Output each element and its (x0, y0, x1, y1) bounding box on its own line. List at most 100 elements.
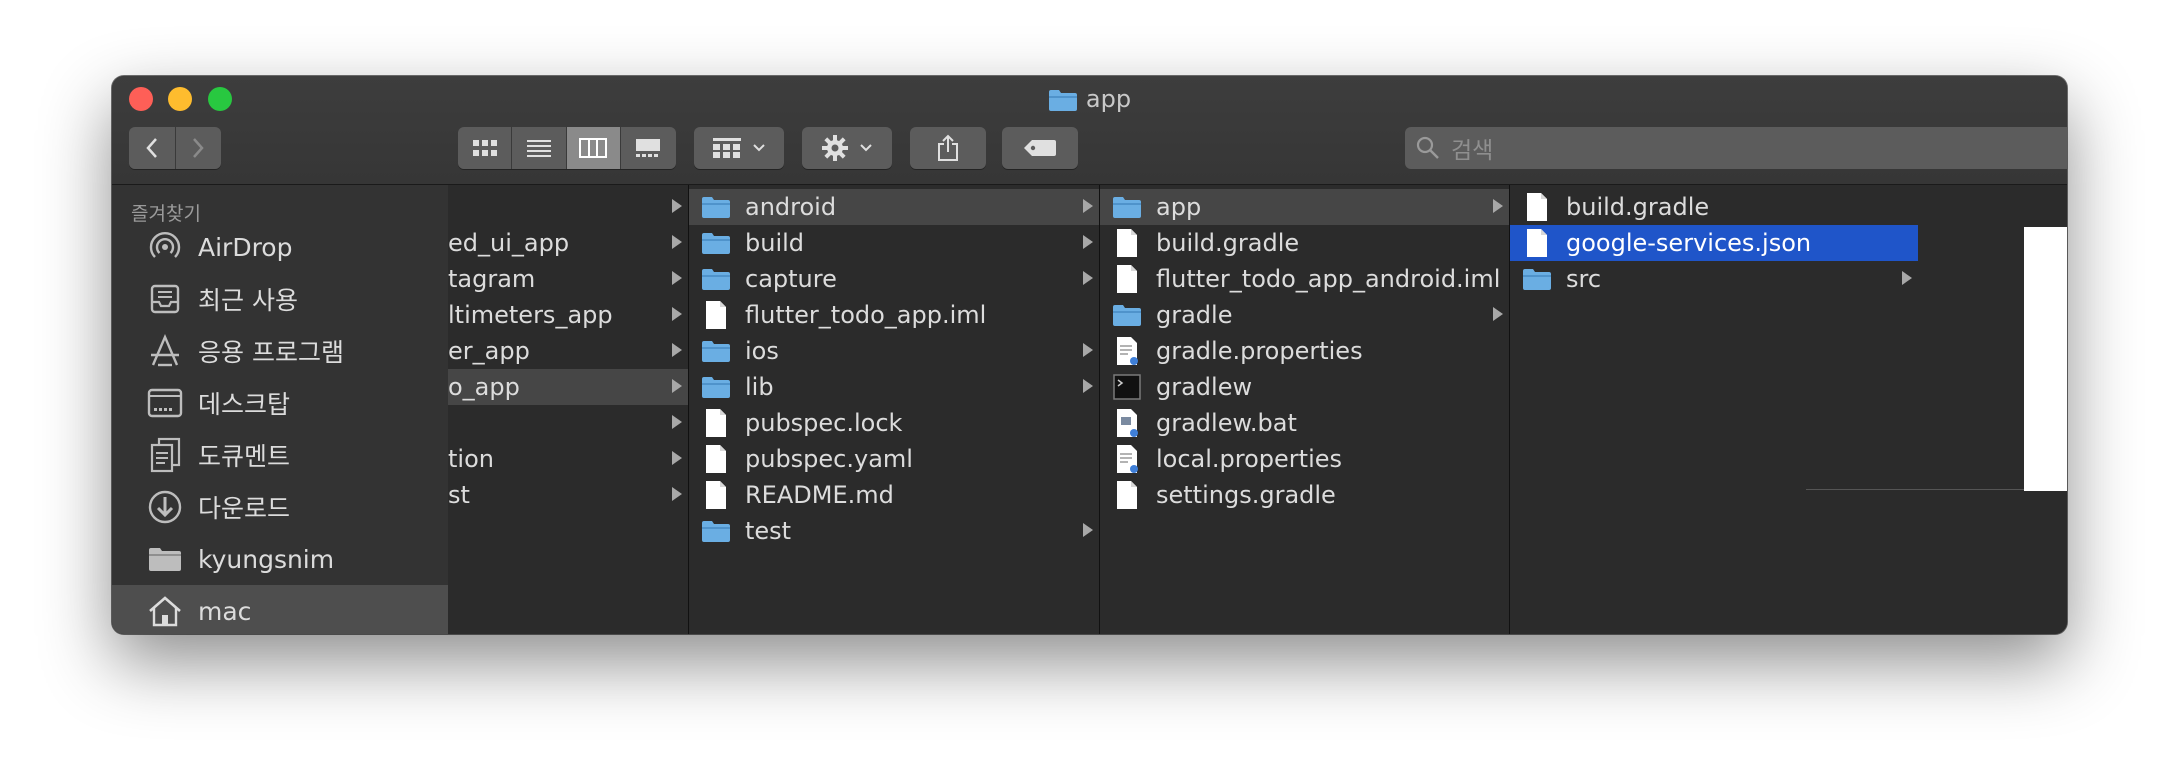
list-item[interactable]: ed_ui_app (448, 225, 688, 261)
list-item[interactable]: gradlew (1100, 369, 1509, 405)
tag-icon (1024, 140, 1056, 156)
list-item[interactable]: o_app (448, 369, 688, 405)
file-icon (701, 300, 731, 330)
list-item[interactable]: README.md (689, 477, 1099, 513)
search-icon (1416, 136, 1439, 159)
sidebar-item-label: mac (198, 596, 252, 626)
list-item[interactable]: android (689, 189, 1099, 225)
chevron-down-icon (753, 144, 765, 152)
view-mode-switcher (458, 127, 676, 169)
list-item[interactable]: flutter_todo_app.iml (689, 297, 1099, 333)
browser-column-1: ed_ui_app tagram ltimeters_app er_app o_… (448, 185, 689, 634)
disclosure-arrow-icon (672, 379, 682, 393)
group-icon (713, 138, 741, 158)
list-item[interactable] (448, 189, 688, 225)
share-button[interactable] (910, 127, 986, 169)
disclosure-arrow-icon (1083, 523, 1093, 537)
sidebar-item-desktop[interactable]: 데스크탑 (112, 377, 448, 429)
sidebar-item-downloads[interactable]: 다운로드 (112, 481, 448, 533)
sidebar-item-kyungsnim[interactable]: kyungsnim (112, 533, 448, 585)
list-item[interactable]: gradlew.bat (1100, 405, 1509, 441)
list-item-selected[interactable]: google-services.json (1510, 225, 1918, 261)
list-view-button[interactable] (512, 127, 567, 169)
list-item[interactable]: test (689, 513, 1099, 549)
sidebar-item-airdrop[interactable]: AirDrop (112, 221, 448, 273)
bat-file-icon (1112, 408, 1142, 438)
icon-view-button[interactable] (458, 127, 513, 169)
sidebar-item-documents[interactable]: 도큐멘트 (112, 429, 448, 481)
folder-icon (701, 228, 731, 258)
disclosure-arrow-icon (672, 307, 682, 321)
disclosure-arrow-icon (1083, 271, 1093, 285)
properties-file-icon (1112, 336, 1142, 366)
column-view-button[interactable] (566, 127, 621, 169)
chevron-left-icon (146, 138, 157, 158)
sidebar-item-label: 데스크탑 (198, 390, 291, 419)
list-item[interactable]: capture (689, 261, 1099, 297)
list-item[interactable]: build (689, 225, 1099, 261)
file-icon (701, 408, 731, 438)
sidebar-item-label: kyungsnim (198, 544, 335, 574)
sidebar-item-label: 최근 사용 (198, 286, 298, 315)
list-item[interactable]: tagram (448, 261, 688, 297)
list-item[interactable] (448, 405, 688, 441)
list-item[interactable]: pubspec.yaml (689, 441, 1099, 477)
window-title: app (112, 83, 2067, 120)
forward-button[interactable] (175, 127, 221, 169)
list-item[interactable]: flutter_todo_app_android.iml (1100, 261, 1509, 297)
list-item[interactable]: build.gradle (1510, 189, 1918, 225)
list-item[interactable]: app (1100, 189, 1509, 225)
gear-icon (822, 135, 848, 161)
browser-column-2: android build capture flutter_todo_app.i… (689, 185, 1100, 634)
list-item[interactable]: gradle (1100, 297, 1509, 333)
sidebar-item-mac[interactable]: mac (112, 585, 448, 634)
gallery-view-button[interactable] (620, 127, 676, 169)
file-icon (1112, 480, 1142, 510)
recents-icon (146, 280, 184, 318)
title-bar: app 검색 (112, 76, 2067, 185)
disclosure-arrow-icon (672, 199, 682, 213)
list-item[interactable]: lib (689, 369, 1099, 405)
file-icon (701, 444, 731, 474)
disclosure-arrow-icon (1493, 199, 1503, 213)
properties-file-icon (1112, 444, 1142, 474)
file-icon (1522, 192, 1552, 222)
documents-icon (146, 436, 184, 474)
list-view-icon (526, 140, 551, 157)
list-item[interactable]: pubspec.lock (689, 405, 1099, 441)
list-item[interactable]: local.properties (1100, 441, 1509, 477)
sidebar-item-recents[interactable]: 최근 사용 (112, 273, 448, 325)
gallery-view-icon (636, 139, 661, 157)
list-item[interactable]: st (448, 477, 688, 513)
disclosure-arrow-icon (1083, 199, 1093, 213)
window-title-text: app (1085, 85, 1132, 113)
action-menu-button[interactable] (802, 127, 892, 169)
sidebar-item-label: AirDrop (198, 232, 293, 262)
group-by-button[interactable] (694, 127, 784, 169)
folder-icon (701, 516, 731, 546)
list-item[interactable]: src (1510, 261, 1918, 297)
list-item[interactable]: tion (448, 441, 688, 477)
sidebar-item-label: 응용 프로그램 (198, 338, 344, 367)
list-item[interactable]: ios (689, 333, 1099, 369)
list-item[interactable]: ltimeters_app (448, 297, 688, 333)
sidebar-item-applications[interactable]: 응용 프로그램 (112, 325, 448, 377)
list-item[interactable]: er_app (448, 333, 688, 369)
file-icon (1112, 228, 1142, 258)
navigation-buttons (129, 127, 221, 169)
back-button[interactable] (129, 127, 176, 169)
folder-icon (146, 540, 184, 578)
list-item[interactable]: build.gradle (1100, 225, 1509, 261)
list-item[interactable]: gradle.properties (1100, 333, 1509, 369)
disclosure-arrow-icon (1083, 379, 1093, 393)
disclosure-arrow-icon (672, 235, 682, 249)
disclosure-arrow-icon (672, 415, 682, 429)
list-item[interactable]: settings.gradle (1100, 477, 1509, 513)
search-field[interactable]: 검색 (1405, 127, 2067, 169)
tags-button[interactable] (1002, 127, 1078, 169)
file-icon (1522, 228, 1552, 258)
disclosure-arrow-icon (672, 343, 682, 357)
file-icon (1112, 264, 1142, 294)
disclosure-arrow-icon (672, 271, 682, 285)
folder-icon (701, 336, 731, 366)
